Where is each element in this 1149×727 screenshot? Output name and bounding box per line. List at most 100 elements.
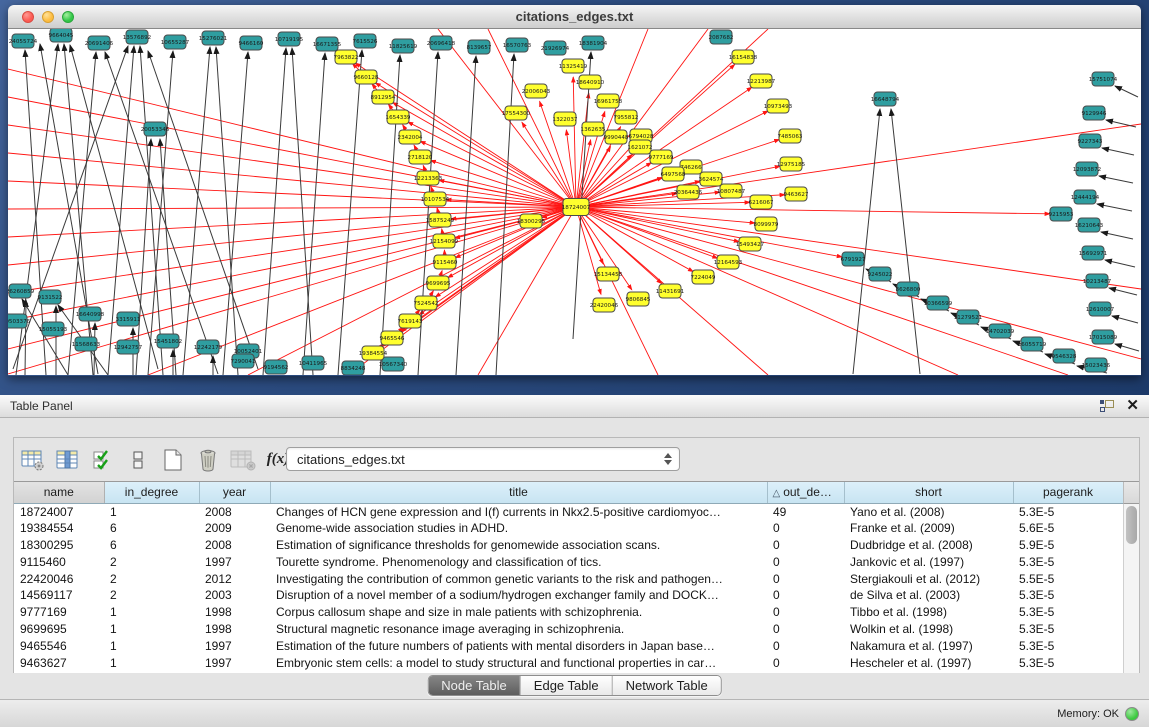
memory-indicator-icon[interactable] (1125, 707, 1139, 721)
graph-node[interactable]: 6497568 (661, 167, 686, 181)
graph-node[interactable]: 9129946 (1082, 106, 1107, 120)
column-header-year[interactable]: year (199, 482, 270, 503)
tab-edge-table[interactable]: Edge Table (521, 676, 613, 695)
graph-node[interactable]: 11279521 (954, 310, 983, 324)
column-header-out-degree[interactable]: △out_de… (767, 482, 844, 503)
tab-network-table[interactable]: Network Table (613, 676, 721, 695)
graph-node[interactable]: 22420046 (590, 298, 619, 312)
graph-node[interactable]: 8834248 (341, 361, 366, 375)
graph-node[interactable]: 15493427 (736, 237, 765, 251)
graph-node[interactable]: 15055193 (39, 322, 68, 336)
graph-node[interactable]: 12213987 (747, 74, 776, 88)
column-header-title[interactable]: title (270, 482, 767, 503)
graph-node[interactable]: 10973493 (764, 99, 793, 113)
graph-node[interactable]: 9463627 (784, 187, 809, 201)
graph-node[interactable]: 1322037 (553, 112, 578, 126)
graph-node[interactable]: 8139657 (467, 40, 492, 54)
graph-node[interactable]: 11568633 (72, 337, 101, 351)
scrollbar-thumb[interactable] (1126, 506, 1137, 544)
network-window-titlebar[interactable]: citations_edges.txt (8, 5, 1141, 29)
graph-node[interactable]: 12154099 (430, 234, 459, 248)
graph-node[interactable]: 16640998 (76, 307, 105, 321)
graph-node[interactable]: 9990448 (604, 130, 629, 144)
column-header-pagerank[interactable]: pagerank (1013, 482, 1123, 503)
graph-node[interactable]: 9131522 (38, 290, 63, 304)
graph-node[interactable]: 9465546 (380, 331, 405, 345)
graph-node[interactable]: 7485063 (778, 129, 803, 143)
delete-trash-button[interactable] (195, 447, 221, 473)
graph-node[interactable]: 26260859 (8, 284, 35, 298)
graph-node[interactable]: 16210643 (1075, 218, 1104, 232)
graph-node[interactable]: 20053346 (141, 122, 170, 136)
graph-node[interactable]: 12093872 (1073, 162, 1101, 176)
graph-node[interactable]: 15692971 (1079, 246, 1108, 260)
table-row[interactable]: 977716911998Corpus callosum shape and si… (14, 604, 1123, 621)
graph-node[interactable]: 8626800 (896, 282, 921, 296)
graph-node[interactable]: 15875249 (426, 213, 455, 227)
graph-node[interactable]: 8912954 (371, 90, 396, 104)
close-panel-icon[interactable]: ✕ (1126, 400, 1139, 412)
graph-node[interactable]: 2342004 (398, 130, 423, 144)
graph-node[interactable]: 6791927 (841, 252, 866, 266)
graph-node[interactable]: 9466160 (239, 36, 264, 50)
graph-node[interactable]: 20696418 (427, 36, 456, 50)
graph-node[interactable]: 24055724 (9, 34, 38, 48)
graph-node[interactable]: 16648794 (871, 92, 900, 106)
graph-node[interactable]: 9806845 (626, 292, 651, 306)
delete-table-disabled-button[interactable] (230, 447, 256, 473)
graph-node[interactable]: 18640910 (576, 75, 605, 89)
table-row[interactable]: 1830029562008Estimation of significance … (14, 537, 1123, 554)
graph-node[interactable]: 1654339 (386, 110, 411, 124)
graph-node[interactable]: 7524542 (414, 296, 439, 310)
graph-node[interactable]: 19384554 (359, 346, 388, 360)
graph-node[interactable]: 12975185 (777, 157, 806, 171)
graph-node[interactable]: 9115460 (433, 255, 458, 269)
table-row[interactable]: 946362711997Embryonic stem cells: a mode… (14, 654, 1123, 671)
graph-node[interactable]: 3624574 (699, 172, 724, 186)
graph-node[interactable]: 20364436 (674, 185, 703, 199)
graph-node[interactable]: 10655287 (161, 35, 190, 49)
graph-node[interactable]: 9660128 (354, 70, 379, 84)
graph-node[interactable]: 20503376 (8, 314, 31, 328)
graph-node[interactable]: 18381904 (579, 36, 608, 50)
graph-node[interactable]: 8099979 (754, 217, 779, 231)
graph-node[interactable]: 7224049 (691, 270, 716, 284)
graph-node[interactable]: 15023436 (1082, 358, 1111, 372)
graph-node[interactable]: 12444194 (1071, 190, 1100, 204)
graph-node[interactable]: 17015089 (1089, 330, 1118, 344)
graph-node[interactable]: 18724007 (562, 199, 591, 216)
graph-node[interactable]: 16570763 (503, 38, 532, 52)
graph-node[interactable]: 9194562 (264, 360, 289, 374)
graph-node[interactable]: 16961758 (594, 94, 623, 108)
close-window-button[interactable] (22, 11, 34, 23)
column-header-short[interactable]: short (844, 482, 1013, 503)
graph-node[interactable]: 12610007 (1086, 302, 1115, 316)
graph-node[interactable]: 7615526 (353, 34, 378, 48)
column-header-name[interactable]: name (14, 482, 104, 503)
table-selector-dropdown[interactable]: citations_edges.txt (286, 447, 680, 471)
graph-node[interactable]: 9245022 (868, 267, 893, 281)
graph-node[interactable]: 9699695 (426, 276, 451, 290)
graph-node[interactable]: 10719195 (275, 32, 304, 46)
graph-node[interactable]: 22006043 (522, 84, 551, 98)
graph-node[interactable]: 7955812 (614, 110, 639, 124)
minimize-window-button[interactable] (42, 11, 54, 23)
graph-node[interactable]: 20691406 (85, 36, 114, 50)
select-attributes-button[interactable] (90, 447, 116, 473)
graph-node[interactable]: 9227343 (1078, 134, 1103, 148)
graph-node[interactable]: 9546328 (1052, 349, 1077, 363)
graph-node[interactable]: 9777169 (649, 150, 674, 164)
graph-node[interactable]: 2087682 (709, 30, 734, 44)
table-row[interactable]: 1872400712008Changes of HCN gene express… (14, 503, 1123, 520)
graph-node[interactable]: 10213487 (1083, 274, 1112, 288)
table-row[interactable]: 1938455462009Genome-wide association stu… (14, 520, 1123, 537)
network-canvas[interactable]: 2405572496640452069140613576892106552871… (8, 29, 1141, 375)
graph-node[interactable]: 14702039 (986, 324, 1015, 338)
graph-node[interactable]: 21926974 (541, 41, 570, 55)
show-columns-button[interactable] (55, 447, 81, 473)
graph-node[interactable]: 2718120 (408, 150, 433, 164)
graph-node[interactable]: 16671355 (313, 37, 342, 51)
table-row[interactable]: 2242004622012Investigating the contribut… (14, 570, 1123, 587)
graph-node[interactable]: 12242179 (194, 340, 223, 354)
graph-node[interactable]: 1362635 (581, 122, 606, 136)
